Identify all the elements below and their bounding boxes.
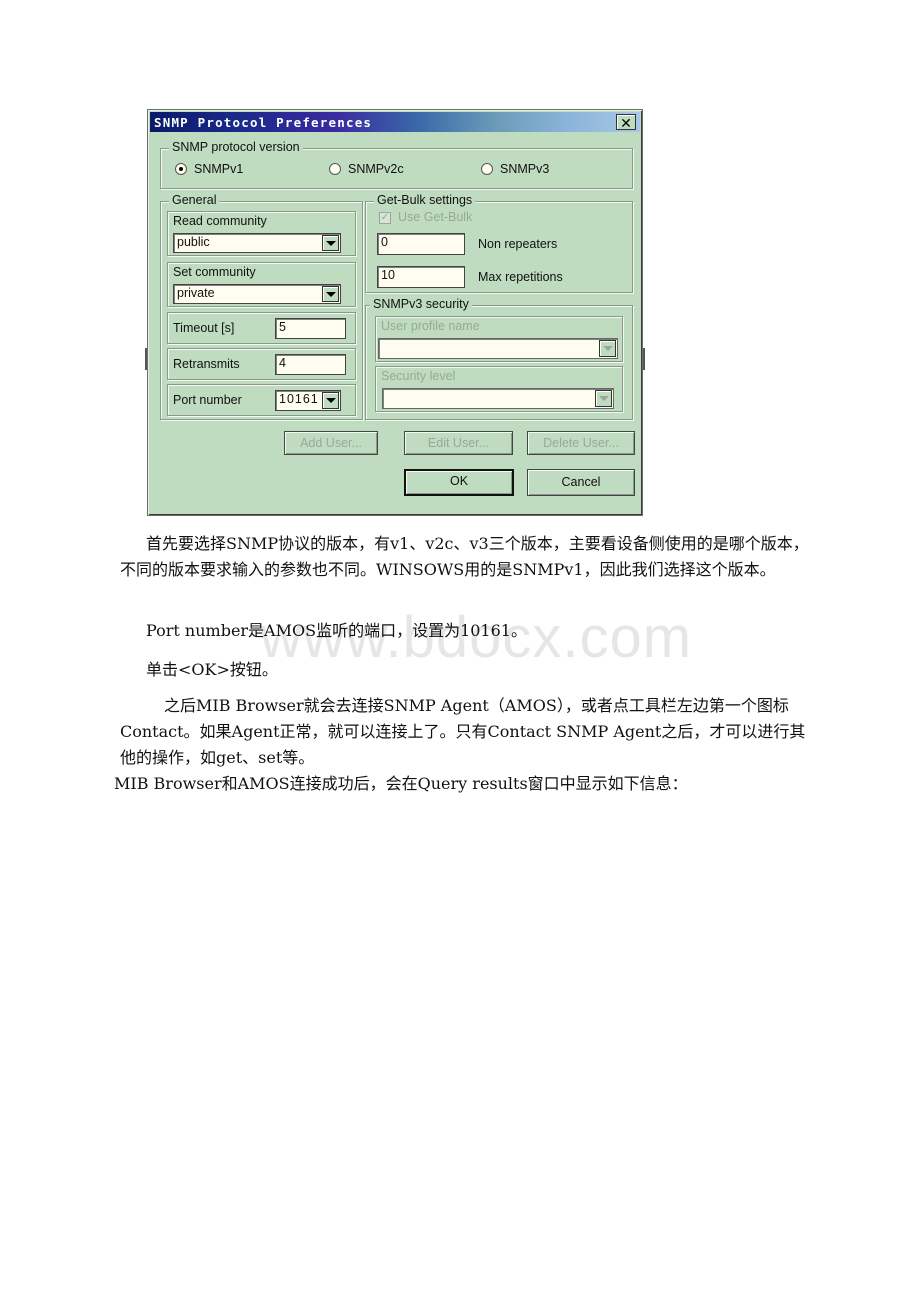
security-level-label: Security level — [381, 369, 456, 383]
chevron-down-icon — [602, 346, 613, 351]
radio-selected-icon — [175, 163, 187, 175]
paragraph-connect: 之后MIB Browser就会去连接SNMP Agent（AMOS），或者点工具… — [120, 693, 810, 771]
paragraph-text: 首先要选择SNMP协议的版本，有v1、v2c、v3三个版本，主要看设备侧使用的是… — [120, 534, 809, 579]
use-get-bulk-checkbox[interactable]: ✓ — [379, 212, 391, 224]
general-group: General Read community public Set commun… — [160, 193, 363, 420]
snmp-preferences-dialog: SNMP Protocol Preferences ✕ SNMP protoco… — [147, 109, 643, 516]
snmpv3-security-group: SNMPv3 security User profile name Securi… — [365, 297, 633, 420]
non-repeaters-input[interactable]: 0 — [377, 233, 465, 255]
chevron-down-icon — [598, 396, 609, 401]
dialog-titlebar[interactable]: SNMP Protocol Preferences ✕ — [150, 112, 640, 132]
paragraph-click-ok: 单击<OK>按钮。 — [146, 657, 836, 683]
edit-user-button[interactable]: Edit User... — [404, 431, 513, 455]
max-repetitions-value: 10 — [381, 268, 395, 282]
radio-snmpv1[interactable]: SNMPv1 — [175, 162, 243, 176]
user-profile-label: User profile name — [381, 319, 480, 333]
dialog-title: SNMP Protocol Preferences — [154, 115, 373, 130]
radio-snmpv1-label: SNMPv1 — [194, 162, 244, 176]
chevron-down-icon — [325, 240, 336, 246]
chevron-down-icon — [325, 398, 336, 403]
timeout-value: 5 — [279, 320, 286, 334]
set-community-label: Set community — [173, 265, 256, 279]
timeout-box: Timeout [s] 5 — [167, 312, 356, 344]
max-repetitions-input[interactable]: 10 — [377, 266, 465, 288]
read-community-combo[interactable]: public — [173, 233, 341, 253]
radio-snmpv2c[interactable]: SNMPv2c — [329, 162, 404, 176]
security-level-combo[interactable] — [382, 388, 614, 409]
read-community-label: Read community — [173, 214, 267, 228]
max-repetitions-label: Max repetitions — [478, 270, 563, 284]
user-profile-dropdown-button[interactable] — [599, 340, 616, 357]
security-level-dropdown-button[interactable] — [595, 390, 612, 407]
set-community-dropdown-button[interactable] — [322, 286, 339, 302]
read-community-dropdown-button[interactable] — [322, 235, 339, 251]
protocol-version-legend: SNMP protocol version — [169, 140, 303, 154]
chevron-down-icon — [325, 291, 336, 297]
paragraph-port-number: Port number是AMOS监听的端口，设置为10161。 — [146, 618, 836, 644]
set-community-combo[interactable]: private — [173, 284, 341, 304]
retransmits-input[interactable]: 4 — [275, 354, 346, 375]
user-profile-combo[interactable] — [378, 338, 618, 359]
set-community-value: private — [177, 286, 215, 300]
close-button[interactable]: ✕ — [616, 114, 636, 131]
cancel-button[interactable]: Cancel — [527, 469, 635, 496]
timeout-input[interactable]: 5 — [275, 318, 346, 339]
paragraph-text: MIB Browser和AMOS连接成功后，会在Query results窗口中… — [114, 774, 688, 793]
radio-snmpv3[interactable]: SNMPv3 — [481, 162, 549, 176]
port-number-box: Port number 10161 — [167, 384, 356, 416]
radio-unselected-icon — [481, 163, 493, 175]
radio-unselected-icon — [329, 163, 341, 175]
snmpv3-security-legend: SNMPv3 security — [370, 297, 472, 311]
paragraph-text: Port number是AMOS监听的端口，设置为10161。 — [146, 621, 527, 640]
security-level-box: Security level — [375, 366, 623, 412]
port-number-label: Port number — [173, 393, 242, 407]
port-number-value: 10161 — [279, 392, 319, 406]
retransmits-value: 4 — [279, 356, 286, 370]
read-community-box: Read community public — [167, 211, 356, 256]
paragraph-version-intro: 首先要选择SNMP协议的版本，有v1、v2c、v3三个版本，主要看设备侧使用的是… — [120, 531, 810, 583]
retransmits-label: Retransmits — [173, 357, 240, 371]
read-community-value: public — [177, 235, 210, 249]
paragraph-text: 之后MIB Browser就会去连接SNMP Agent（AMOS），或者点工具… — [120, 696, 806, 767]
port-number-combo[interactable]: 10161 — [275, 390, 341, 411]
paragraph-text: 单击<OK>按钮。 — [146, 660, 278, 679]
close-icon: ✕ — [620, 115, 632, 131]
image-edge-right — [643, 348, 645, 370]
non-repeaters-value: 0 — [381, 235, 388, 249]
port-number-dropdown-button[interactable] — [322, 392, 339, 409]
general-legend: General — [169, 193, 220, 207]
delete-user-button[interactable]: Delete User... — [527, 431, 635, 455]
ok-button[interactable]: OK — [404, 469, 514, 496]
set-community-box: Set community private — [167, 262, 356, 307]
non-repeaters-label: Non repeaters — [478, 237, 558, 251]
get-bulk-legend: Get-Bulk settings — [374, 193, 476, 207]
retransmits-box: Retransmits 4 — [167, 348, 356, 380]
get-bulk-group: Get-Bulk settings ✓ Use Get-Bulk 0 Non r… — [365, 193, 633, 293]
use-get-bulk-label: Use Get-Bulk — [398, 210, 473, 224]
timeout-label: Timeout [s] — [173, 321, 235, 335]
radio-snmpv3-label: SNMPv3 — [500, 162, 550, 176]
user-profile-box: User profile name — [375, 316, 623, 362]
protocol-version-group: SNMP protocol version SNMPv1 SNMPv2c SNM… — [160, 140, 633, 189]
paragraph-query-results: MIB Browser和AMOS连接成功后，会在Query results窗口中… — [114, 771, 804, 797]
radio-snmpv2c-label: SNMPv2c — [348, 162, 404, 176]
add-user-button[interactable]: Add User... — [284, 431, 378, 455]
